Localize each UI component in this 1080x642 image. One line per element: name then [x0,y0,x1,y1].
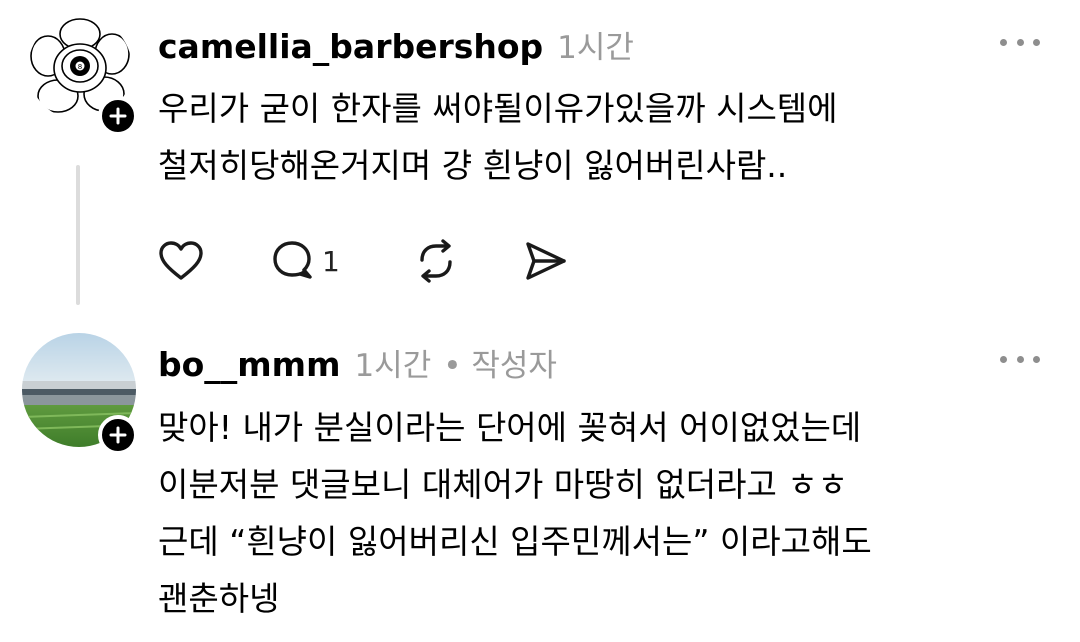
comment-line: 맞아! 내가 분실이라는 단어에 꽂혀서 어이없었는데 [158,408,862,447]
plus-icon [109,426,127,444]
share-button[interactable] [522,239,582,283]
repost-button[interactable] [412,238,522,284]
more-options-button[interactable] [1000,349,1040,369]
avatar-container[interactable] [22,333,138,455]
reply-button[interactable]: 1 [270,239,412,283]
repost-icon [420,239,452,283]
comment-item: 8 camellia_barbershop 1시간 우리가 굳이 한자를 써야될… [0,0,1080,315]
follow-button[interactable] [98,96,138,136]
comment-line: 우리가 굳이 한자를 써야될이유가있을까 시스템에 [158,89,838,128]
comment-line: 철저히당해온거지며 걍 흰냥이 잃어버린사람.. [158,146,788,185]
thread-line [76,165,80,305]
more-icon [1000,355,1007,363]
follow-button[interactable] [98,415,138,455]
author-tag: • 작성자 [443,348,557,384]
timestamp: 1시간 [354,348,432,384]
reply-count: 1 [322,244,340,278]
comment-item: bo__mmm 1시간 • 작성자 맞아! 내가 분실이라는 단어에 꽂혀서 어… [0,315,1080,642]
share-icon [526,242,566,280]
comment-icon [273,241,312,279]
comment-line: 근데 “흰냥이 잃어버리신 입주민께서는” 이라고해도 [158,522,872,561]
timestamp: 1시간 [557,30,634,66]
plus-icon [109,107,127,125]
username[interactable]: camellia_barbershop [158,27,543,66]
comment-text: 우리가 굳이 한자를 써야될이유가있을까 시스템에 철저히당해온거지며 걍 흰냥… [158,80,838,194]
action-bar: 1 [158,238,582,284]
avatar-container[interactable]: 8 [28,16,138,136]
more-icon [1000,38,1007,46]
comment-text: 맞아! 내가 분실이라는 단어에 꽂혀서 어이없었는데 이분저분 댓글보니 대체… [158,399,872,627]
comment-header: bo__mmm 1시간 • 작성자 [158,340,557,385]
comment-line: 괜춘하넹 [158,579,280,618]
svg-text:8: 8 [78,63,82,71]
comment-header: camellia_barbershop 1시간 [158,22,634,67]
like-button[interactable] [158,240,270,282]
username[interactable]: bo__mmm [158,345,340,384]
more-options-button[interactable] [1000,32,1040,52]
heart-icon [159,241,203,280]
comment-line: 이분저분 댓글보니 대체어가 마땅히 없더라고 ㅎㅎ [158,465,849,504]
